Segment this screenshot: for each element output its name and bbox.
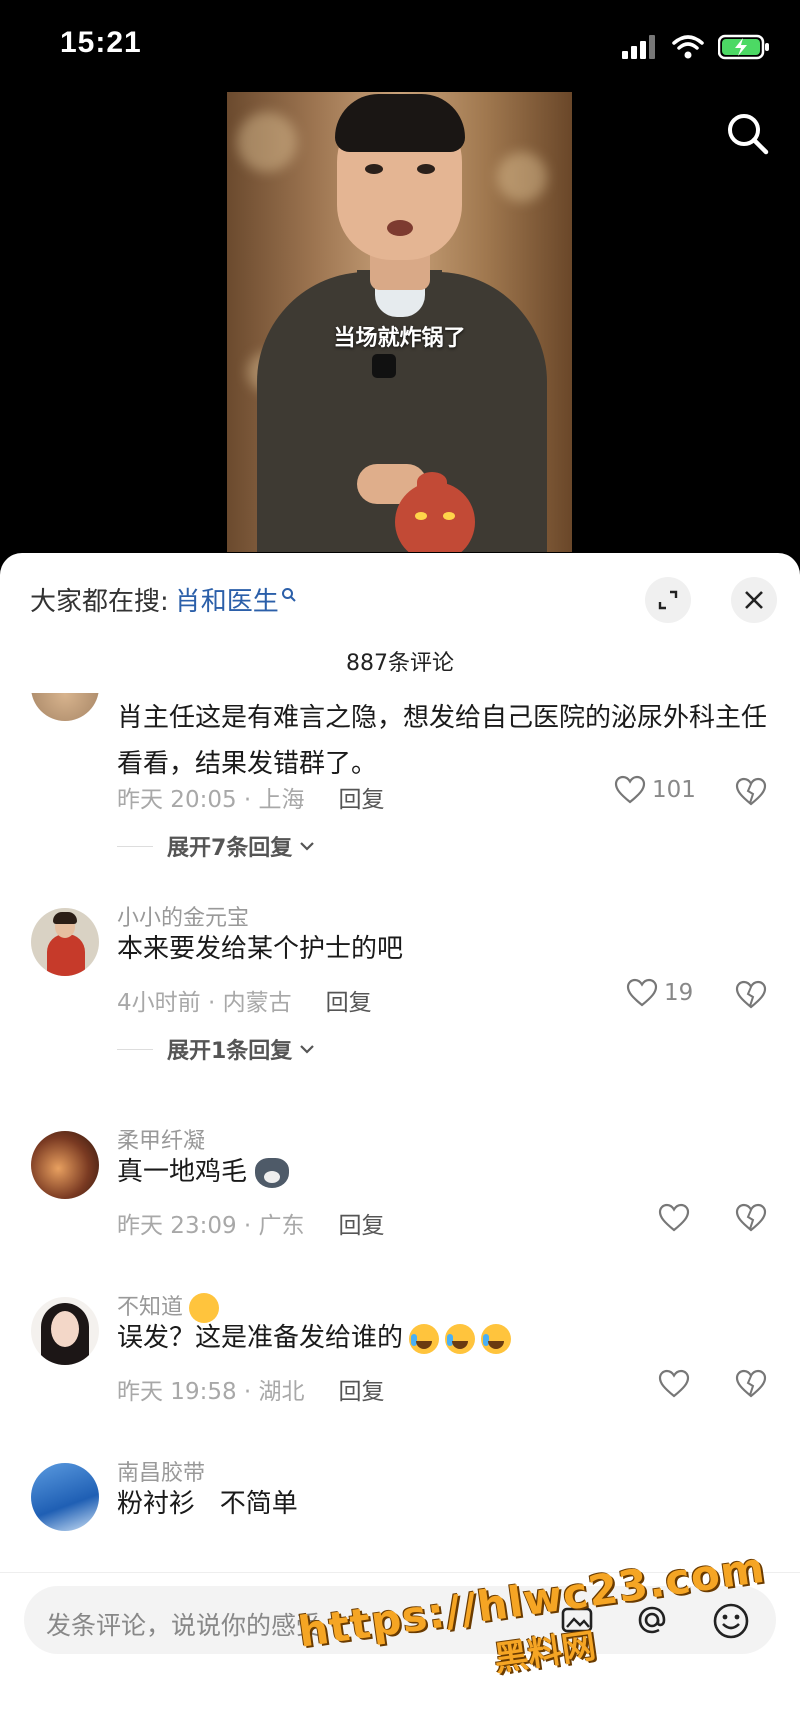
comment-meta: 昨天 19:58 · 湖北 回复 [117,1372,385,1406]
close-button[interactable] [731,577,777,623]
avatar[interactable] [31,1463,99,1531]
husky-emoji-icon [255,1157,290,1188]
reply-button[interactable]: 回复 [339,780,385,814]
comment-meta: 4小时前 · 内蒙古 回复 [117,983,372,1017]
heart-icon[interactable] [658,1203,690,1233]
expand-replies-label: 展开1条回复 [167,1039,293,1064]
comment-meta: 昨天 23:09 · 广东 回复 [117,1206,385,1240]
battery-charging-icon [718,34,769,60]
expand-button[interactable] [645,577,691,623]
chevron-down-icon [300,1045,315,1054]
expand-icon [658,590,678,610]
hot-search-prefix: 大家都在搜: [30,587,169,617]
comment-input-placeholder: 发条评论，说说你的感受 [46,1611,322,1640]
like-button[interactable]: 101 [614,775,696,805]
avatar[interactable] [31,908,99,976]
avatar[interactable] [31,1297,99,1365]
reply-button[interactable]: 回复 [339,1372,385,1406]
comment-text: 肖主任这是有难言之隐，想发给自己医院的泌尿外科主任看看，结果发错群了。 [117,703,768,779]
comment-meta: 昨天 20:05 · 上海 回复 [117,780,385,814]
signal-icon [622,35,655,59]
search-icon[interactable] [726,112,770,156]
heart-icon [626,978,658,1007]
broken-heart-icon[interactable] [735,1203,767,1233]
broken-heart-icon[interactable] [735,980,767,1010]
video-subtitle: 当场就炸锅了 [333,326,466,351]
expand-replies-label: 展开7条回复 [167,836,293,861]
hot-search[interactable]: 大家都在搜: 肖和医生 [30,581,297,618]
crying-laughing-emoji-icon [409,1323,440,1354]
crying-laughing-emoji-icon [445,1323,476,1354]
hot-search-keyword[interactable]: 肖和医生 [175,581,279,618]
broken-heart-icon[interactable] [735,777,767,807]
avatar[interactable] [31,1131,99,1199]
status-icons [622,34,770,60]
reply-button[interactable]: 回复 [326,983,372,1017]
close-icon [745,591,763,609]
heart-icon[interactable] [658,1369,690,1399]
like-count: 19 [664,980,694,1006]
comment-text: 误发？这是准备发给谁的 [117,1323,404,1353]
sheet-header: 大家都在搜: 肖和医生 887条评论 [0,553,800,683]
chevron-down-icon [300,842,315,851]
comment-text: 真一地鸡毛 [117,1157,248,1187]
lapel-mic [372,354,396,378]
avatar[interactable] [31,693,99,721]
comment-text: 本来要发给某个护士的吧 [117,934,404,964]
like-button[interactable]: 19 [626,978,693,1008]
comment-list[interactable]: 肖主任这是有难言之隐，想发给自己医院的泌尿外科主任看看，结果发错群了。 昨天 2… [0,693,800,1618]
comment-time-location: 昨天 19:58 · 湖北 [117,1379,305,1405]
heart-icon [614,775,646,804]
status-bar: 15:21 [0,0,800,95]
comment-text: 粉衬衫 不简单 [117,1489,298,1519]
expand-replies-button[interactable]: 展开7条回复 [117,830,316,862]
comment-time-location: 昨天 23:09 · 广东 [117,1213,305,1239]
crying-laughing-emoji-icon [481,1323,512,1354]
comment-count: 887条评论 [346,651,454,676]
wifi-icon [672,35,704,59]
video-player[interactable]: 当场就炸锅了 [227,92,572,552]
small-search-icon [281,587,296,602]
status-time: 15:21 [60,26,142,59]
comment-time-location: 昨天 20:05 · 上海 [117,787,305,813]
like-count: 101 [652,777,696,803]
mascot-sticker [395,472,475,552]
comment-text-row: 真一地鸡毛 [117,1149,777,1195]
comment-time-location: 4小时前 · 内蒙古 [117,990,292,1016]
broken-heart-icon[interactable] [735,1369,767,1399]
comment-text-row: 误发？这是准备发给谁的 [117,1315,777,1361]
reply-button[interactable]: 回复 [339,1206,385,1240]
expand-replies-button[interactable]: 展开1条回复 [117,1033,316,1065]
